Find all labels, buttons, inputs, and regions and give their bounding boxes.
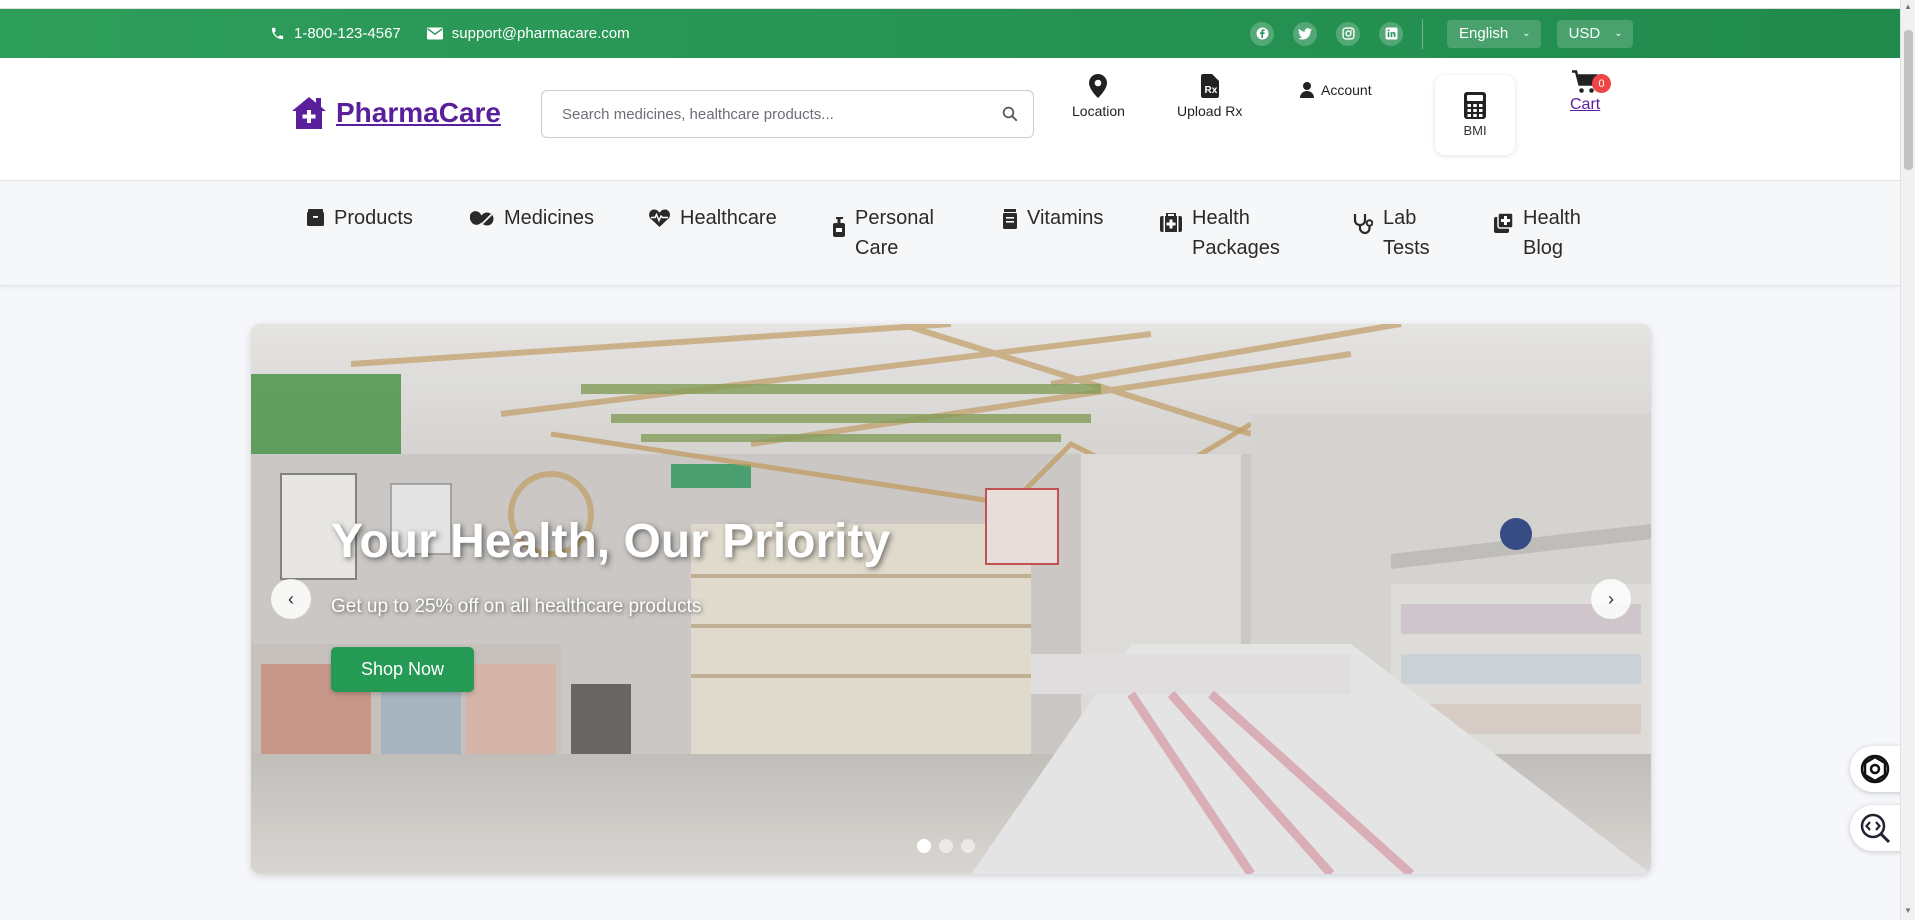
search-bar — [541, 90, 1034, 138]
stethoscope-icon — [1353, 214, 1373, 235]
logo-text: PharmaCare — [336, 97, 501, 128]
nav-item-vitamins[interactable]: Vitamins — [1003, 203, 1103, 233]
upload-rx-button[interactable]: Rx Upload Rx — [1177, 74, 1242, 119]
hero-subtitle: Get up to 25% off on all healthcare prod… — [331, 596, 702, 617]
site-logo[interactable]: PharmaCare — [290, 95, 501, 131]
nav-item-products[interactable]: Products — [307, 203, 413, 233]
chevron-down-icon: ⌄ — [1522, 28, 1531, 39]
carousel-prev-button[interactable]: ‹ — [271, 579, 311, 619]
nav-item-health-blog[interactable]: Health Blog — [1494, 203, 1593, 263]
heart-pulse-icon — [649, 209, 670, 227]
svg-text:Rx: Rx — [1204, 85, 1217, 96]
scrollbar-thumb[interactable] — [1904, 30, 1913, 170]
calculator-icon — [1464, 92, 1486, 119]
notes-medical-icon — [1494, 213, 1513, 233]
carousel-next-button[interactable]: › — [1591, 579, 1631, 619]
hero-carousel: Your Health, Our Priority Get up to 25% … — [251, 324, 1651, 874]
category-nav: Products Medicines Healthcare Personal C… — [0, 181, 1900, 286]
chevron-down-icon: ⌄ — [1614, 28, 1623, 39]
inspect-tool-button[interactable] — [1850, 805, 1904, 851]
facebook-icon[interactable] — [1250, 21, 1274, 46]
supplement-jar-icon — [1003, 209, 1017, 229]
chevron-left-icon: ‹ — [288, 588, 294, 609]
nav-label: Products — [334, 207, 413, 229]
search-icon[interactable] — [1001, 105, 1019, 123]
map-pin-icon — [1089, 74, 1108, 98]
account-button[interactable]: Account — [1300, 82, 1372, 98]
chevron-right-icon: › — [1608, 588, 1614, 609]
nav-label: Lab Tests — [1383, 207, 1430, 259]
shop-now-button[interactable]: Shop Now — [331, 647, 474, 692]
house-medical-icon — [292, 97, 326, 129]
page-scrollbar[interactable]: ▲ ▼ — [1900, 0, 1915, 920]
language-value: English — [1459, 25, 1509, 42]
topbar-right: English ⌄ USD ⌄ — [1250, 9, 1649, 58]
box-icon — [307, 209, 324, 226]
pump-bottle-icon — [833, 217, 845, 237]
carousel-indicators — [917, 839, 975, 853]
pills-icon — [470, 211, 494, 226]
phone-contact[interactable]: 1-800-123-4567 — [270, 25, 401, 42]
phone-icon — [271, 27, 284, 40]
upload-rx-label: Upload Rx — [1177, 103, 1243, 119]
nav-item-lab-tests[interactable]: Lab Tests — [1353, 203, 1438, 263]
email-address: support@pharmacare.com — [451, 25, 630, 42]
topbar-divider — [1422, 18, 1423, 49]
nav-label: Health Packages — [1192, 207, 1280, 259]
search-input[interactable] — [562, 91, 992, 137]
currency-select[interactable]: USD ⌄ — [1556, 19, 1633, 48]
nav-item-health-packages[interactable]: Health Packages — [1160, 203, 1297, 263]
nav-label: Health Blog — [1523, 207, 1581, 259]
top-info-bar: 1-800-123-4567 support@pharmacare.com En… — [0, 9, 1900, 58]
account-label: Account — [1321, 82, 1372, 98]
hero-title: Your Health, Our Priority — [331, 515, 891, 568]
twitter-icon[interactable] — [1293, 21, 1317, 46]
contact-info: 1-800-123-4567 support@pharmacare.com — [270, 9, 630, 58]
nav-label: Personal Care — [855, 207, 934, 259]
openai-icon — [1860, 754, 1890, 784]
email-contact[interactable]: support@pharmacare.com — [426, 25, 630, 42]
nav-item-healthcare[interactable]: Healthcare — [649, 203, 777, 233]
nav-label: Medicines — [504, 207, 595, 229]
bmi-label: BMI — [1463, 123, 1487, 138]
language-select[interactable]: English ⌄ — [1447, 19, 1541, 48]
location-label: Location — [1072, 103, 1125, 119]
scroll-up-arrow-icon[interactable]: ▲ — [1904, 2, 1912, 11]
location-button[interactable]: Location — [1072, 74, 1125, 119]
envelope-icon — [426, 27, 443, 40]
cart-count-badge: 0 — [1592, 74, 1611, 93]
code-search-icon — [1860, 813, 1891, 844]
site-header: PharmaCare Location Rx Upload Rx Account… — [0, 58, 1900, 181]
carousel-dot[interactable] — [939, 839, 953, 853]
nav-item-personal-care[interactable]: Personal Care — [833, 203, 945, 263]
ai-assistant-button[interactable] — [1850, 746, 1904, 792]
nav-item-medicines[interactable]: Medicines — [470, 203, 594, 233]
nav-label: Vitamins — [1027, 207, 1104, 229]
user-icon — [1300, 82, 1314, 98]
currency-value: USD — [1568, 25, 1601, 42]
carousel-dot[interactable] — [917, 839, 931, 853]
carousel-dot[interactable] — [961, 839, 975, 853]
nav-label: Healthcare — [680, 207, 777, 229]
phone-number: 1-800-123-4567 — [294, 25, 401, 42]
cart-button[interactable]: 0 Cart — [1570, 70, 1611, 114]
browser-top-strip — [0, 0, 1900, 9]
instagram-icon[interactable] — [1336, 21, 1360, 46]
linkedin-icon[interactable] — [1379, 21, 1403, 46]
bmi-calculator-button[interactable]: BMI — [1435, 75, 1515, 155]
medical-kit-icon — [1160, 213, 1182, 232]
cart-label: Cart — [1570, 96, 1601, 113]
prescription-file-icon: Rx — [1200, 74, 1219, 98]
scroll-down-arrow-icon[interactable]: ▼ — [1904, 906, 1912, 915]
